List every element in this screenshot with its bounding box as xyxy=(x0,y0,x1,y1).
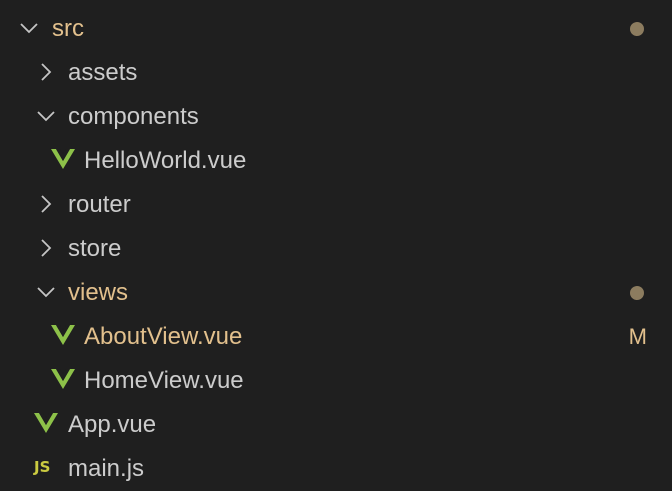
modified-badge: M xyxy=(628,324,647,349)
tree-item-label: HelloWorld.vue xyxy=(84,147,247,174)
tree-item-views[interactable]: views xyxy=(0,271,672,315)
vue-file-icon xyxy=(51,369,75,389)
tree-item-label: src xyxy=(52,15,84,42)
tree-item-label: App.vue xyxy=(68,411,157,438)
tree-item-router[interactable]: router xyxy=(0,183,672,227)
tree-item-label: main.js xyxy=(68,455,145,482)
chevron-down-icon[interactable] xyxy=(35,281,57,303)
tree-item-label: AboutView.vue xyxy=(84,323,243,350)
js-file-icon: JS xyxy=(34,458,51,476)
vue-file-icon xyxy=(34,413,58,433)
tree-item-helloworld-vue[interactable]: HelloWorld.vue xyxy=(0,139,672,183)
chevron-down-icon[interactable] xyxy=(18,17,40,39)
modified-dot-indicator xyxy=(630,286,644,300)
tree-item-app-vue[interactable]: App.vue xyxy=(0,403,672,447)
tree-item-src[interactable]: src xyxy=(0,7,672,51)
chevron-right-icon[interactable] xyxy=(35,193,57,215)
chevron-right-icon[interactable] xyxy=(35,61,57,83)
file-explorer-tree: src assets components HelloWorld.vue rou… xyxy=(0,0,672,490)
tree-item-store[interactable]: store xyxy=(0,227,672,271)
tree-item-label: components xyxy=(68,103,199,130)
tree-item-main-js[interactable]: JS main.js xyxy=(0,447,672,491)
tree-item-label: store xyxy=(68,235,122,262)
modified-dot-indicator xyxy=(630,22,644,36)
vue-file-icon xyxy=(51,149,75,169)
vue-file-icon xyxy=(51,325,75,345)
tree-item-aboutview-vue[interactable]: AboutView.vue M xyxy=(0,315,672,359)
tree-item-label: assets xyxy=(68,59,138,86)
chevron-down-icon[interactable] xyxy=(35,105,57,127)
tree-item-components[interactable]: components xyxy=(0,95,672,139)
tree-item-assets[interactable]: assets xyxy=(0,51,672,95)
tree-item-label: router xyxy=(68,191,131,218)
tree-item-label: views xyxy=(68,279,129,306)
tree-item-label: HomeView.vue xyxy=(84,367,244,394)
tree-item-homeview-vue[interactable]: HomeView.vue xyxy=(0,359,672,403)
chevron-right-icon[interactable] xyxy=(35,237,57,259)
